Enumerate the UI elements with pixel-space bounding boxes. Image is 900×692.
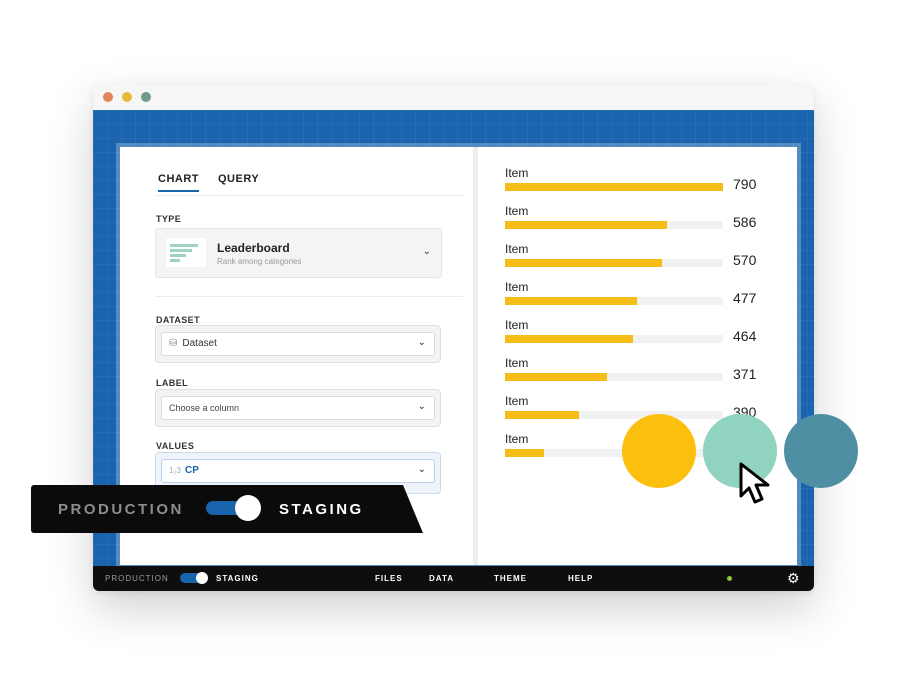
leaderboard-row: Item 371 <box>505 356 765 396</box>
bar-track <box>505 335 723 343</box>
environment-banner: PRODUCTION STAGING <box>31 485 423 533</box>
menu-help[interactable]: HELP <box>568 574 593 583</box>
bar <box>505 449 545 457</box>
bar <box>505 183 723 191</box>
color-swatch-teal[interactable] <box>784 414 858 488</box>
chart-type-subtitle: Rank among categories <box>217 257 302 266</box>
item-value: 586 <box>733 214 757 230</box>
staging-label: STAGING <box>216 574 259 583</box>
item-label: Item <box>505 242 529 256</box>
menu-data[interactable]: DATA <box>429 574 454 583</box>
leaderboard-row: Item 464 <box>505 318 765 358</box>
item-label: Item <box>505 432 529 446</box>
dataset-value: Dataset <box>182 338 217 349</box>
bar <box>505 411 580 419</box>
chevron-down-icon: ⌄ <box>422 246 431 257</box>
values-label: VALUES <box>156 441 195 451</box>
banner-environment-toggle[interactable] <box>206 495 261 521</box>
leaderboard-icon <box>166 238 206 267</box>
chevron-down-icon: ⌄ <box>417 464 426 475</box>
mouse-pointer-icon <box>739 462 770 504</box>
leaderboard-row: Item 790 <box>505 166 765 206</box>
panel-tabs: CHART QUERY <box>156 173 464 196</box>
bottom-toolbar: PRODUCTION STAGING FILES DATA THEME HELP… <box>93 566 814 591</box>
tab-chart[interactable]: CHART <box>158 173 199 192</box>
divider <box>155 296 463 297</box>
item-label: Item <box>505 394 529 408</box>
values-value: CP <box>185 465 199 476</box>
database-icon: ⛁ <box>169 338 178 349</box>
maximize-window-button[interactable] <box>141 92 151 102</box>
color-swatch-yellow[interactable] <box>622 414 696 488</box>
bar-track <box>505 221 723 229</box>
toggle-knob <box>235 495 261 521</box>
minimize-window-button[interactable] <box>122 92 132 102</box>
bar-track <box>505 373 723 381</box>
bar-track <box>505 411 723 419</box>
menu-files[interactable]: FILES <box>375 574 403 583</box>
bar <box>505 221 667 229</box>
leaderboard-row: Item 570 <box>505 242 765 282</box>
item-label: Item <box>505 204 529 218</box>
item-value: 464 <box>733 328 757 344</box>
dataset-label: DATASET <box>156 315 200 325</box>
item-label: Item <box>505 280 529 294</box>
chevron-down-icon: ⌄ <box>417 401 426 412</box>
leaderboard-row: Item 477 <box>505 280 765 320</box>
menu-theme[interactable]: THEME <box>494 574 527 583</box>
bar-track <box>505 297 723 305</box>
bar <box>505 297 637 305</box>
numeric-icon: 1₂3 <box>169 466 182 475</box>
banner-staging-label: STAGING <box>279 501 364 518</box>
item-value: 477 <box>733 290 757 306</box>
banner-production-label: PRODUCTION <box>58 501 184 518</box>
bar <box>505 335 634 343</box>
close-window-button[interactable] <box>103 92 113 102</box>
bar-track <box>505 183 723 191</box>
tab-query[interactable]: QUERY <box>218 173 259 185</box>
item-label: Item <box>505 356 529 370</box>
environment-toggle[interactable] <box>180 572 208 584</box>
bar-track <box>505 259 723 267</box>
title-bar <box>93 84 814 111</box>
item-value: 371 <box>733 366 757 382</box>
chart-type-title: Leaderboard <box>217 241 290 255</box>
item-label: Item <box>505 166 529 180</box>
production-label: PRODUCTION <box>105 574 169 583</box>
status-indicator <box>727 576 732 581</box>
chevron-down-icon: ⌄ <box>417 337 426 348</box>
bar <box>505 259 663 267</box>
dataset-select[interactable]: ⛁ Dataset ⌄ <box>155 325 441 363</box>
user-settings-icon[interactable]: ⚙ <box>787 570 800 587</box>
item-value: 570 <box>733 252 757 268</box>
bar <box>505 373 608 381</box>
leaderboard-row: Item 586 <box>505 204 765 244</box>
toggle-knob <box>196 572 208 584</box>
item-value: 790 <box>733 176 757 192</box>
type-label: TYPE <box>156 214 182 224</box>
chart-type-select[interactable]: Leaderboard Rank among categories ⌄ <box>155 228 442 278</box>
label-column-placeholder: Choose a column <box>169 403 240 413</box>
label-field-label: LABEL <box>156 378 188 388</box>
item-label: Item <box>505 318 529 332</box>
label-column-select[interactable]: Choose a column ⌄ <box>155 389 441 427</box>
